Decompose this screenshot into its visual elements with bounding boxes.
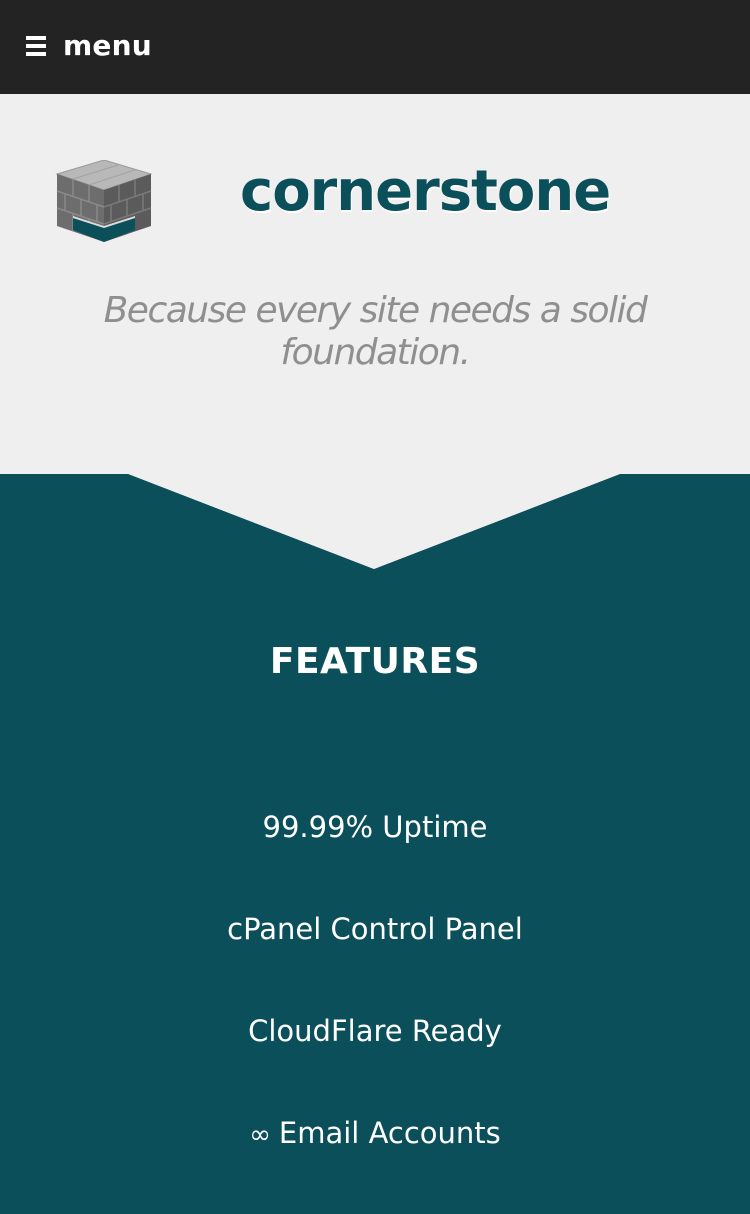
top-nav-bar: menu <box>0 0 750 94</box>
brick-cube-logo[interactable] <box>55 160 153 244</box>
brand-title: cornerstone <box>240 159 611 224</box>
feature-label: 99.99% Uptime <box>262 810 488 844</box>
features-list: 99.99% Uptime cPanel Control Panel Cloud… <box>0 806 750 1214</box>
hamburger-icon <box>26 35 46 57</box>
hero-header: cornerstone Because every site needs a s… <box>0 94 750 474</box>
feature-item: 99.99% Uptime <box>0 806 750 908</box>
feature-label: cPanel Control Panel <box>227 912 523 946</box>
feature-item: CloudFlare Ready <box>0 1010 750 1112</box>
feature-label: CloudFlare Ready <box>248 1014 502 1048</box>
menu-label: menu <box>63 29 152 62</box>
menu-button[interactable]: menu <box>26 28 152 64</box>
feature-item: ∞ Email Accounts <box>0 1112 750 1214</box>
infinity-icon: ∞ <box>249 1120 271 1150</box>
feature-label: Email Accounts <box>278 1116 501 1150</box>
features-heading: FEATURES <box>269 641 481 682</box>
feature-item: cPanel Control Panel <box>0 908 750 1010</box>
tagline: Because every site needs a solid foundat… <box>103 290 648 373</box>
section-divider-chevron <box>0 472 750 569</box>
